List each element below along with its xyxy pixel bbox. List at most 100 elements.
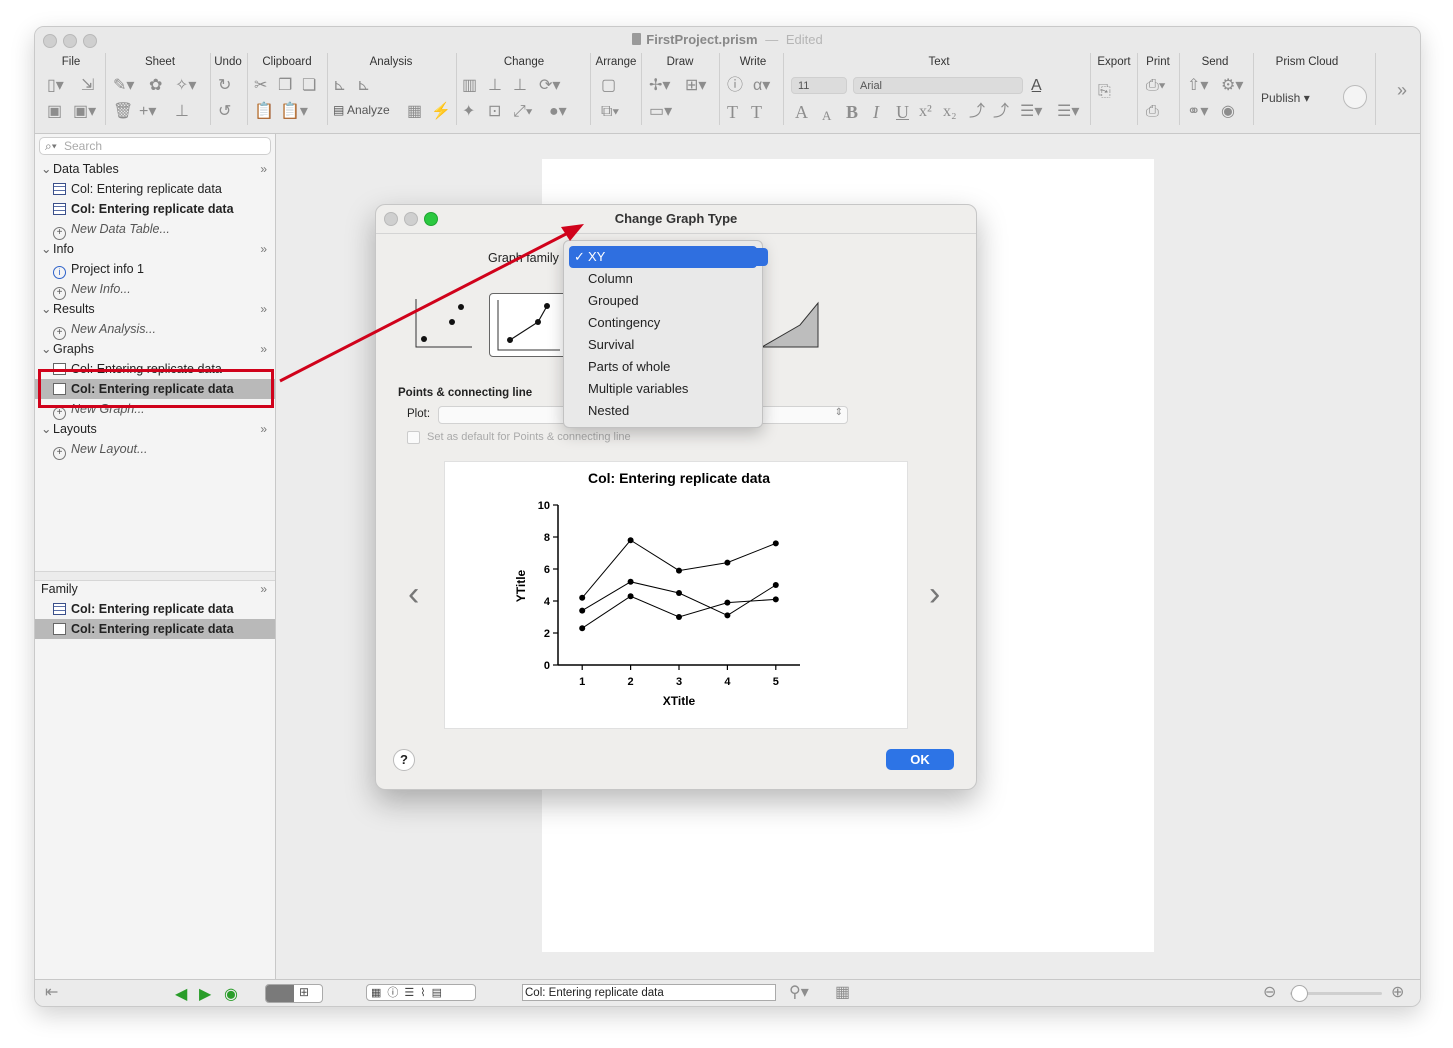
zoom-out-icon[interactable]: ⊖ <box>1263 984 1276 1002</box>
delete-icon[interactable]: 🗑 <box>113 103 133 121</box>
single-view-icon[interactable] <box>266 985 294 1002</box>
font-size-select[interactable]: 11 <box>791 77 847 94</box>
change-graph-icon[interactable]: ▥ <box>462 77 477 95</box>
magnify-sheet-icon[interactable]: ◉ <box>224 984 238 1004</box>
undo-icon[interactable]: ↺ <box>218 103 231 121</box>
next-graph-button[interactable]: › <box>929 575 940 614</box>
subscript-icon[interactable]: x₂ <box>943 103 957 121</box>
text-box-icon[interactable]: T <box>751 103 762 121</box>
cut-icon[interactable]: ✂ <box>254 77 267 95</box>
rectangle-icon[interactable]: ▭▾ <box>649 103 672 121</box>
ok-button[interactable]: OK <box>886 749 954 770</box>
nav-item-project-info[interactable]: i Project info 1 <box>53 259 273 279</box>
bold-icon[interactable]: B <box>846 103 858 121</box>
expand-more-icon[interactable]: » <box>260 159 267 179</box>
section-data-tables[interactable]: ⌄ Data Tables » <box>41 159 269 179</box>
section-graphs[interactable]: ⌄ Graphs » <box>41 339 269 359</box>
network-icon[interactable]: ⚭▾ <box>1187 103 1208 121</box>
expand-more-icon[interactable]: » <box>260 239 267 259</box>
dropdown-option-grouped[interactable]: Grouped <box>569 290 757 312</box>
grid-view-icon[interactable]: ⊞ <box>299 985 309 999</box>
dropdown-option-parts-of-whole[interactable]: Parts of whole <box>569 356 757 378</box>
write-info-icon[interactable]: ⓘ <box>727 77 743 95</box>
save-icon[interactable]: ▣ <box>47 103 62 121</box>
dropdown-option-xy[interactable]: ✓ XY <box>569 246 757 268</box>
add-column-icon[interactable]: ⊥ <box>175 103 189 121</box>
alpha-icon[interactable]: α▾ <box>753 77 770 95</box>
thumbnail-area[interactable] <box>760 301 820 351</box>
color-icon[interactable]: ●▾ <box>549 103 567 121</box>
printer-icon[interactable]: ⎙▾ <box>1146 77 1166 95</box>
overflow-chevron-icon[interactable]: » <box>1397 81 1407 99</box>
toggle-sidebar-icon[interactable]: ⇤ <box>45 984 58 1002</box>
nav-item-data-table[interactable]: Col: Entering replicate data <box>53 199 273 219</box>
increase-font-icon[interactable]: A <box>795 103 808 121</box>
previous-graph-button[interactable]: ‹ <box>408 575 419 614</box>
nav-item-new-layout[interactable]: + New Layout... <box>53 439 273 460</box>
family-item-data-table[interactable]: Col: Entering replicate data <box>53 599 273 619</box>
paste-icon[interactable]: 📋 <box>254 103 274 121</box>
expand-more-icon[interactable]: » <box>260 299 267 319</box>
redo-icon[interactable]: ↻ <box>218 77 231 95</box>
section-layouts[interactable]: ⌄ Layouts » <box>41 419 269 439</box>
link-icon[interactable]: ⚲▾ <box>789 984 809 1002</box>
section-info[interactable]: ⌄ Info » <box>41 239 269 259</box>
thumbnail-points-line-selected[interactable] <box>489 293 567 357</box>
set-default-checkbox[interactable] <box>407 431 420 444</box>
align-text-icon[interactable]: ☰▾ <box>1020 103 1042 121</box>
analyze-button[interactable]: ▤ Analyze <box>333 103 390 117</box>
decrease-font-icon[interactable]: A <box>822 107 831 125</box>
sheet-type-toggle[interactable]: ▦ⓘ☰⌇▤ <box>366 984 476 1001</box>
expand-more-icon[interactable]: » <box>260 579 267 599</box>
align-icon[interactable]: ⧉▾ <box>601 103 619 121</box>
publish-button[interactable]: Publish ▾ <box>1261 91 1310 105</box>
line-spacing-icon[interactable]: ☰▾ <box>1057 103 1079 121</box>
resize-icon[interactable]: ⤢▾ <box>513 103 533 121</box>
dropdown-option-column[interactable]: Column <box>569 268 757 290</box>
pen-icon[interactable]: ✎▾ <box>113 77 134 95</box>
nav-item-new-info[interactable]: + New Info... <box>53 279 273 300</box>
expand-more-icon[interactable]: » <box>260 419 267 439</box>
nav-item-new-data-table[interactable]: + New Data Table... <box>53 219 273 240</box>
draw-point-icon[interactable]: ✢▾ <box>649 77 670 95</box>
text-tool-icon[interactable]: T <box>727 103 738 121</box>
new-file-icon[interactable]: ▯▾ <box>47 77 64 95</box>
copy-special-icon[interactable]: ❏ <box>302 77 316 95</box>
table-icon[interactable]: ▦ <box>407 103 422 121</box>
format-icon[interactable]: ⊡ <box>488 103 501 121</box>
cloud-status-icon[interactable]: ◉ <box>1221 103 1235 121</box>
italic-icon[interactable]: I <box>873 103 879 121</box>
nav-item-new-analysis[interactable]: + New Analysis... <box>53 319 273 340</box>
draw-shape-icon[interactable]: ⊞▾ <box>685 77 706 95</box>
rotate-text-icon[interactable]: ⤴ <box>969 103 985 121</box>
import-icon[interactable]: ⇲ <box>81 77 94 95</box>
pin-icon[interactable]: ✧▾ <box>175 77 196 95</box>
magic-icon[interactable]: ✦ <box>462 103 475 121</box>
refresh-icon[interactable]: ⟳▾ <box>539 77 560 95</box>
font-name-select[interactable]: Arial <box>853 77 1023 94</box>
family-item-graph-selected[interactable]: Col: Entering replicate data <box>35 619 275 639</box>
section-results[interactable]: ⌄ Results » <box>41 299 269 319</box>
arrange-icon[interactable]: ▢ <box>601 77 616 95</box>
account-avatar[interactable] <box>1343 85 1367 109</box>
wand-icon[interactable]: ⚡ <box>431 103 451 121</box>
add-icon[interactable]: +▾ <box>139 103 156 121</box>
dropdown-option-multiple-variables[interactable]: Multiple variables <box>569 378 757 400</box>
view-toggle[interactable]: ⊞ <box>265 984 323 1003</box>
dropdown-option-survival[interactable]: Survival <box>569 334 757 356</box>
zoom-slider-knob[interactable] <box>1291 985 1308 1002</box>
export-icon[interactable]: ⎘ <box>1098 83 1111 101</box>
expand-more-icon[interactable]: » <box>260 339 267 359</box>
save-as-icon[interactable]: ▣▾ <box>73 103 96 121</box>
dropdown-option-nested[interactable]: Nested <box>569 400 757 422</box>
thumbnail-points[interactable] <box>414 297 474 349</box>
previous-sheet-icon[interactable]: ◀ <box>175 984 187 1004</box>
popup-button-arrows[interactable] <box>756 248 768 266</box>
axis-icon[interactable]: ⊥ <box>488 77 502 95</box>
search-input[interactable]: ⌕▾ Search <box>39 137 271 155</box>
nav-item-data-table[interactable]: Col: Entering replicate data <box>53 179 273 199</box>
sheet-name-field[interactable]: Col: Entering replicate data <box>522 984 776 1001</box>
superscript-icon[interactable]: x² <box>919 103 932 121</box>
help-button[interactable]: ? <box>393 749 415 771</box>
axis2-icon[interactable]: ⊥ <box>513 77 527 95</box>
